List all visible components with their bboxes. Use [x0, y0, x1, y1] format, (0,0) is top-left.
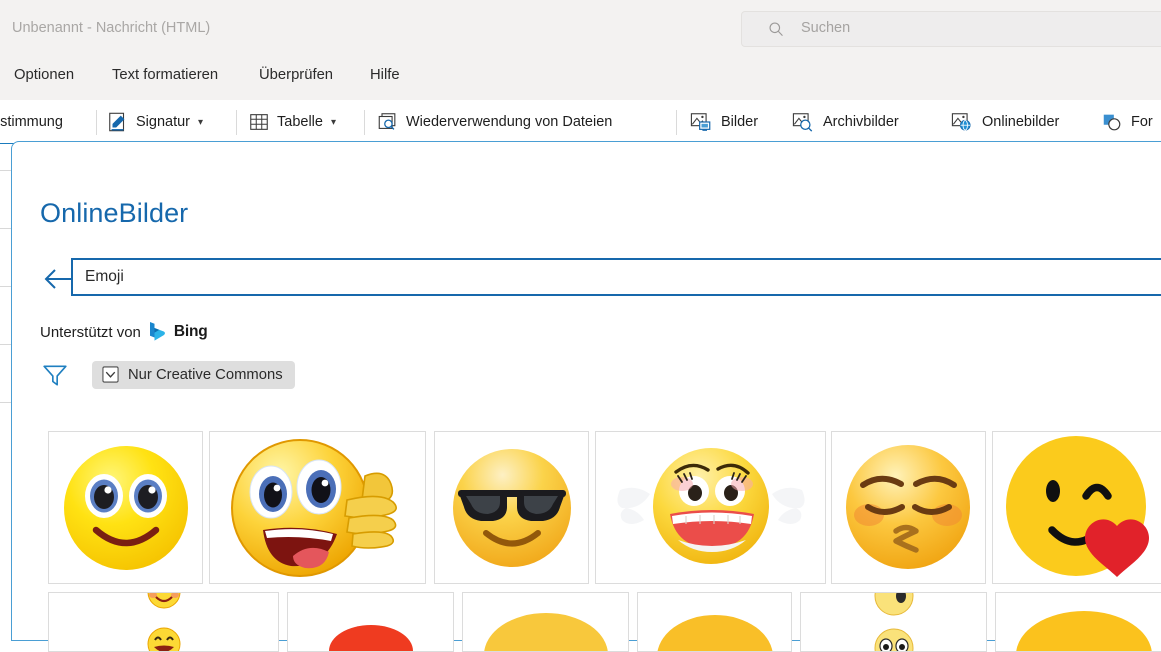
ribbon-item-label: For: [1131, 114, 1153, 130]
emoji-closed-eyes: [872, 592, 916, 622]
result-tile-emoji-yellow-dome-3[interactable]: [995, 592, 1161, 652]
emoji-tongue: [146, 622, 182, 652]
creative-commons-filter-label: Nur Creative Commons: [128, 367, 283, 383]
ribbon-item-wiederverwendung-dateien[interactable]: Wiederverwendung von Dateien: [376, 100, 612, 144]
table-icon: [248, 111, 270, 133]
left-rail-divider: [0, 344, 11, 345]
funnel-icon[interactable]: [40, 362, 70, 388]
bing-wordmark: Bing: [174, 323, 208, 341]
left-rail-divider: [0, 228, 11, 229]
filter-row: Nur Creative Commons: [40, 361, 295, 389]
outlook-window: Unbenannt - Nachricht (HTML) Suchen Opti…: [0, 0, 1161, 617]
ribbon-tab-strip: Optionen Text formatieren Überprüfen Hil…: [0, 58, 1161, 100]
ribbon-separator: [236, 110, 237, 135]
emoji-open-eyes: [872, 622, 916, 652]
result-tile-smiley-thumbs-up[interactable]: [209, 431, 426, 584]
smiley-wink-heart-image: [998, 434, 1161, 582]
smiley-sunglasses-image: [442, 438, 582, 578]
search-icon: [768, 21, 785, 38]
ribbon-item-label: Archivbilder: [823, 114, 899, 130]
tab-ueberpruefen[interactable]: Überprüfen: [259, 67, 333, 83]
yellow-dome-image: [471, 593, 621, 651]
ribbon-item-signatur[interactable]: Signatur ▾: [107, 100, 203, 144]
left-rail-divider: [0, 402, 11, 403]
tab-text-formatieren[interactable]: Text formatieren: [112, 67, 218, 83]
smiley-big-eyes-image: [56, 438, 196, 578]
left-rail-divider: [0, 170, 11, 171]
ribbon-item-abstimmung[interactable]: ostimmung: [0, 100, 63, 144]
result-tile-emoji-row-strip[interactable]: [48, 592, 279, 652]
pictures-icon: [689, 111, 714, 133]
ribbon-separator: [364, 110, 365, 135]
online-pictures-icon: [950, 111, 975, 133]
image-search-value: Emoji: [85, 268, 124, 286]
yellow-dome-image: [1002, 593, 1161, 651]
ribbon-separator: [676, 110, 677, 135]
left-rail-divider: [0, 286, 11, 287]
ribbon-item-label: Bilder: [721, 114, 758, 130]
smiley-kiss-image: [836, 435, 981, 580]
ribbon-item-label: Signatur: [136, 114, 190, 130]
window-title: Unbenannt - Nachricht (HTML): [12, 20, 210, 36]
reuse-files-icon: [376, 111, 399, 133]
online-pictures-dialog: OnlineBilder Emoji Unterstützt von Bing: [11, 141, 1161, 641]
chevron-down-icon[interactable]: ▾: [198, 117, 203, 128]
powered-by-bing: Unterstützt von Bing: [40, 321, 208, 343]
image-search-input[interactable]: Emoji: [71, 258, 1161, 296]
result-tile-smiley-kiss[interactable]: [831, 431, 986, 584]
result-tile-emoji-yellow-dome-2[interactable]: [637, 592, 792, 652]
creative-commons-filter-chip[interactable]: Nur Creative Commons: [92, 361, 295, 389]
emoji-blush: [146, 592, 182, 622]
smiley-laughing-tears-image: [602, 438, 820, 578]
yellow-dome-image: [645, 593, 785, 651]
ribbon-item-label: ostimmung: [0, 114, 63, 130]
result-tile-smiley-laughing-tears[interactable]: [595, 431, 826, 584]
checkbox-checked-icon[interactable]: [102, 366, 119, 383]
title-bar: Unbenannt - Nachricht (HTML) Suchen: [0, 0, 1161, 58]
tab-hilfe[interactable]: Hilfe: [370, 67, 400, 83]
result-tile-smiley-big-eyes[interactable]: [48, 431, 203, 584]
ribbon-item-archivbilder[interactable]: Archivbilder: [791, 100, 899, 144]
dialog-title: OnlineBilder: [40, 198, 188, 229]
result-tile-emoji-yellow-dome[interactable]: [462, 592, 629, 652]
ribbon-item-label: Tabelle: [277, 114, 323, 130]
smiley-thumbs-up-image: [215, 434, 420, 582]
result-tile-emoji-red-shape[interactable]: [287, 592, 454, 652]
ribbon-separator: [96, 110, 97, 135]
signature-icon: [107, 111, 129, 133]
bing-logo-icon: [148, 321, 167, 343]
shapes-icon: [1100, 111, 1124, 133]
red-shape-image: [296, 593, 446, 651]
result-tile-smiley-wink-heart[interactable]: [992, 431, 1161, 584]
emoji-strip-image: [146, 592, 182, 652]
chevron-down-icon[interactable]: ▾: [331, 117, 336, 128]
emoji-hearts-strip-image: [872, 592, 916, 652]
image-results-grid: [38, 431, 1161, 636]
ribbon-item-bilder[interactable]: Bilder: [689, 100, 758, 144]
result-tile-emoji-hearts-strip[interactable]: [800, 592, 987, 652]
global-search-placeholder: Suchen: [801, 20, 850, 36]
ribbon-item-onlinebilder[interactable]: Onlinebilder: [950, 100, 1059, 144]
ribbon-item-tabelle[interactable]: Tabelle ▾: [248, 100, 336, 144]
global-search-box[interactable]: Suchen: [741, 11, 1161, 47]
ribbon-commands-row: ostimmung Signatur ▾ Tabelle ▾: [0, 100, 1161, 144]
powered-by-text: Unterstützt von: [40, 324, 141, 341]
ribbon-item-label: Wiederverwendung von Dateien: [406, 114, 612, 130]
tab-optionen[interactable]: Optionen: [14, 67, 74, 83]
result-tile-smiley-sunglasses[interactable]: [434, 431, 589, 584]
ribbon-item-formen[interactable]: For: [1100, 100, 1153, 144]
stock-images-icon: [791, 111, 816, 133]
ribbon-item-label: Onlinebilder: [982, 114, 1059, 130]
